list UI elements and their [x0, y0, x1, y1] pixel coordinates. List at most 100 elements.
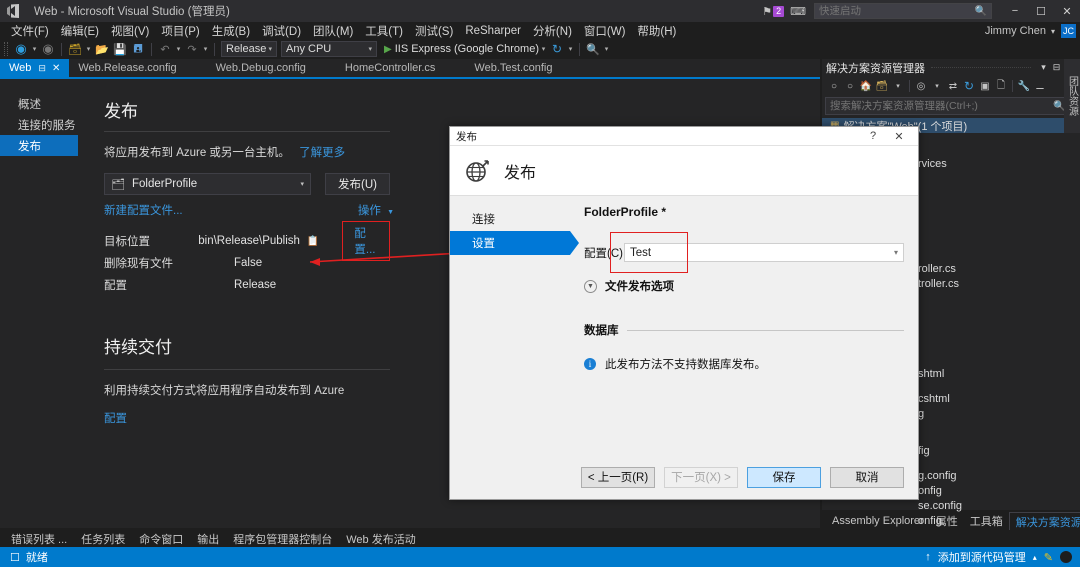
solution-icon[interactable]: 🗃 [874, 81, 890, 92]
quick-launch-box[interactable]: 🔍 [814, 3, 992, 19]
back-icon[interactable]: ○ [826, 81, 842, 92]
maximize-button[interactable]: ☐ [1028, 5, 1054, 18]
close-icon[interactable]: ✕ [886, 130, 912, 143]
chevron-down-icon[interactable]: ▾ [84, 45, 93, 53]
help-question-icon[interactable]: ? [860, 130, 886, 142]
tab-web-publish-activity[interactable]: Web 发布活动 [339, 531, 422, 547]
menu-item-tools[interactable]: 工具(T) [359, 23, 409, 39]
actions-link[interactable]: 操作 ▼ [358, 202, 394, 218]
platform-combo[interactable]: Any CPU ▾ [281, 41, 377, 57]
close-icon[interactable]: ✕ [52, 63, 60, 74]
tab-properties[interactable]: 属性 [930, 513, 964, 529]
tab-output[interactable]: 输出 [190, 531, 226, 547]
redo-icon[interactable]: ↷ [183, 43, 201, 56]
new-project-icon[interactable]: 🗃 [66, 43, 84, 56]
quick-launch-input[interactable] [819, 5, 975, 17]
tab-error-list[interactable]: 错误列表 ... [4, 531, 74, 547]
prev-button[interactable]: < 上一页(R) [581, 466, 655, 488]
forward-icon[interactable]: ○ [842, 81, 858, 92]
run-play-icon[interactable]: ▶ [384, 44, 392, 55]
copy-icon[interactable]: 📋 [307, 236, 319, 247]
new-profile-link[interactable]: 新建配置文件... [104, 202, 183, 218]
sync-icon[interactable]: ⇄ [945, 81, 961, 92]
tab-web[interactable]: Web ⊟ ✕ [0, 59, 70, 77]
tab-web-test-config[interactable]: Web.Test.config [444, 59, 561, 77]
menu-item-test[interactable]: 测试(S) [409, 23, 459, 39]
tab-package-manager-console[interactable]: 程序包管理器控制台 [226, 531, 339, 547]
attach-to-process-icon[interactable]: 🔍 [584, 43, 602, 56]
chevron-down-icon[interactable]: ▾ [30, 45, 39, 53]
run-target-label[interactable]: IIS Express (Google Chrome) [395, 43, 539, 55]
menu-item-help[interactable]: 帮助(H) [631, 23, 682, 39]
toolbar-grip[interactable] [4, 42, 8, 56]
tab-connection[interactable]: 连接 [450, 207, 570, 231]
pin-icon[interactable]: ⊟ [38, 63, 46, 74]
chevron-down-icon[interactable]: ▾ [174, 45, 183, 53]
tab-command-window[interactable]: 命令窗口 [132, 531, 190, 547]
preview-icon[interactable]: ⚊ [1032, 81, 1048, 92]
chevron-down-icon[interactable]: ▾ [929, 82, 945, 90]
tab-solution-explorer[interactable]: 解决方案资源管理器 [1008, 512, 1080, 530]
notification-indicator[interactable]: ⚑ 2 [762, 5, 785, 18]
refresh-icon[interactable]: ↻ [548, 42, 566, 56]
feedback-icon[interactable]: ⌨ [790, 5, 806, 18]
menu-item-resharper[interactable]: ReSharper [459, 25, 527, 37]
panel-drag-dots[interactable] [931, 67, 1031, 68]
menu-item-analyze[interactable]: 分析(N) [527, 23, 578, 39]
save-button[interactable]: 保存 [747, 466, 821, 488]
search-input[interactable] [830, 100, 1054, 112]
show-all-files-icon[interactable]: 🗋 [993, 78, 1009, 95]
menu-item-view[interactable]: 视图(V) [105, 23, 155, 39]
undo-icon[interactable]: ↶ [156, 43, 174, 56]
pending-changes-icon[interactable]: ◎ [913, 81, 929, 92]
team-explorer-vertical-tab[interactable]: 团队资源 [1064, 59, 1080, 133]
menu-item-file[interactable]: 文件(F) [5, 23, 55, 39]
chevron-down-icon[interactable]: ▾ [1037, 62, 1050, 73]
tab-task-list[interactable]: 任务列表 [74, 531, 132, 547]
menu-item-edit[interactable]: 编辑(E) [55, 23, 105, 39]
file-publish-options-expander[interactable]: ▼ 文件发布选项 [584, 278, 904, 294]
sidebar-item-publish[interactable]: 发布 [0, 135, 78, 156]
chevron-up-icon[interactable]: ▴ [1033, 553, 1037, 562]
publish-button[interactable]: 发布(U) [324, 173, 390, 195]
source-control-label[interactable]: 添加到源代码管理 [938, 549, 1026, 565]
sidebar-item-overview[interactable]: 概述 [0, 93, 82, 114]
continuous-delivery-configure-link[interactable]: 配置 [104, 410, 390, 426]
chevron-down-icon[interactable]: ▾ [602, 45, 611, 53]
save-icon[interactable]: 💾 [111, 43, 129, 56]
configuration-select[interactable]: Test ▾ [624, 243, 904, 262]
properties-icon[interactable]: 🔧 [1016, 81, 1032, 92]
menu-item-window[interactable]: 窗口(W) [578, 23, 632, 39]
tab-assembly-explorer[interactable]: Assembly Explorer [826, 515, 930, 527]
collapse-all-icon[interactable]: ▣ [977, 81, 993, 92]
minimize-button[interactable]: − [1002, 5, 1028, 17]
close-button[interactable]: ✕ [1054, 5, 1080, 18]
menu-item-team[interactable]: 团队(M) [307, 23, 359, 39]
notify-pen-icon[interactable]: ✎ [1044, 551, 1053, 564]
refresh-icon[interactable]: ↻ [961, 79, 977, 93]
chevron-down-icon[interactable]: ▾ [890, 82, 906, 90]
status-circle-icon[interactable] [1060, 551, 1072, 563]
menu-item-debug[interactable]: 调试(D) [256, 23, 307, 39]
tab-web-release-config[interactable]: Web.Release.config [69, 59, 185, 77]
save-all-icon[interactable]: 🖪 [129, 40, 147, 59]
sidebar-item-connected-services[interactable]: 连接的服务 [0, 114, 82, 135]
chevron-down-icon[interactable]: ▾ [201, 45, 210, 53]
menu-item-build[interactable]: 生成(B) [206, 23, 256, 39]
learn-more-link[interactable]: 了解更多 [299, 147, 345, 159]
cancel-button[interactable]: 取消 [830, 466, 904, 488]
chevron-down-icon[interactable]: ▾ [566, 45, 575, 53]
configure-link[interactable]: 配置... [342, 221, 390, 261]
navigate-forward-icon[interactable]: ◉ [39, 41, 57, 57]
tab-settings[interactable]: 设置 [450, 231, 579, 255]
tab-toolbox[interactable]: 工具箱 [964, 513, 1009, 529]
menu-item-project[interactable]: 项目(P) [155, 23, 205, 39]
tab-web-debug-config[interactable]: Web.Debug.config [186, 59, 315, 77]
chevron-down-icon[interactable]: ▾ [539, 45, 548, 53]
tab-home-controller-cs[interactable]: HomeController.cs [315, 59, 444, 77]
home-icon[interactable]: 🏠 [858, 81, 874, 92]
profile-combo[interactable]: 🗂 FolderProfile ▾ [104, 173, 311, 195]
navigate-back-icon[interactable]: ◉ [12, 41, 30, 57]
tree-item[interactable]: se.config [822, 498, 1080, 513]
configuration-combo[interactable]: Release ▾ [221, 41, 277, 57]
